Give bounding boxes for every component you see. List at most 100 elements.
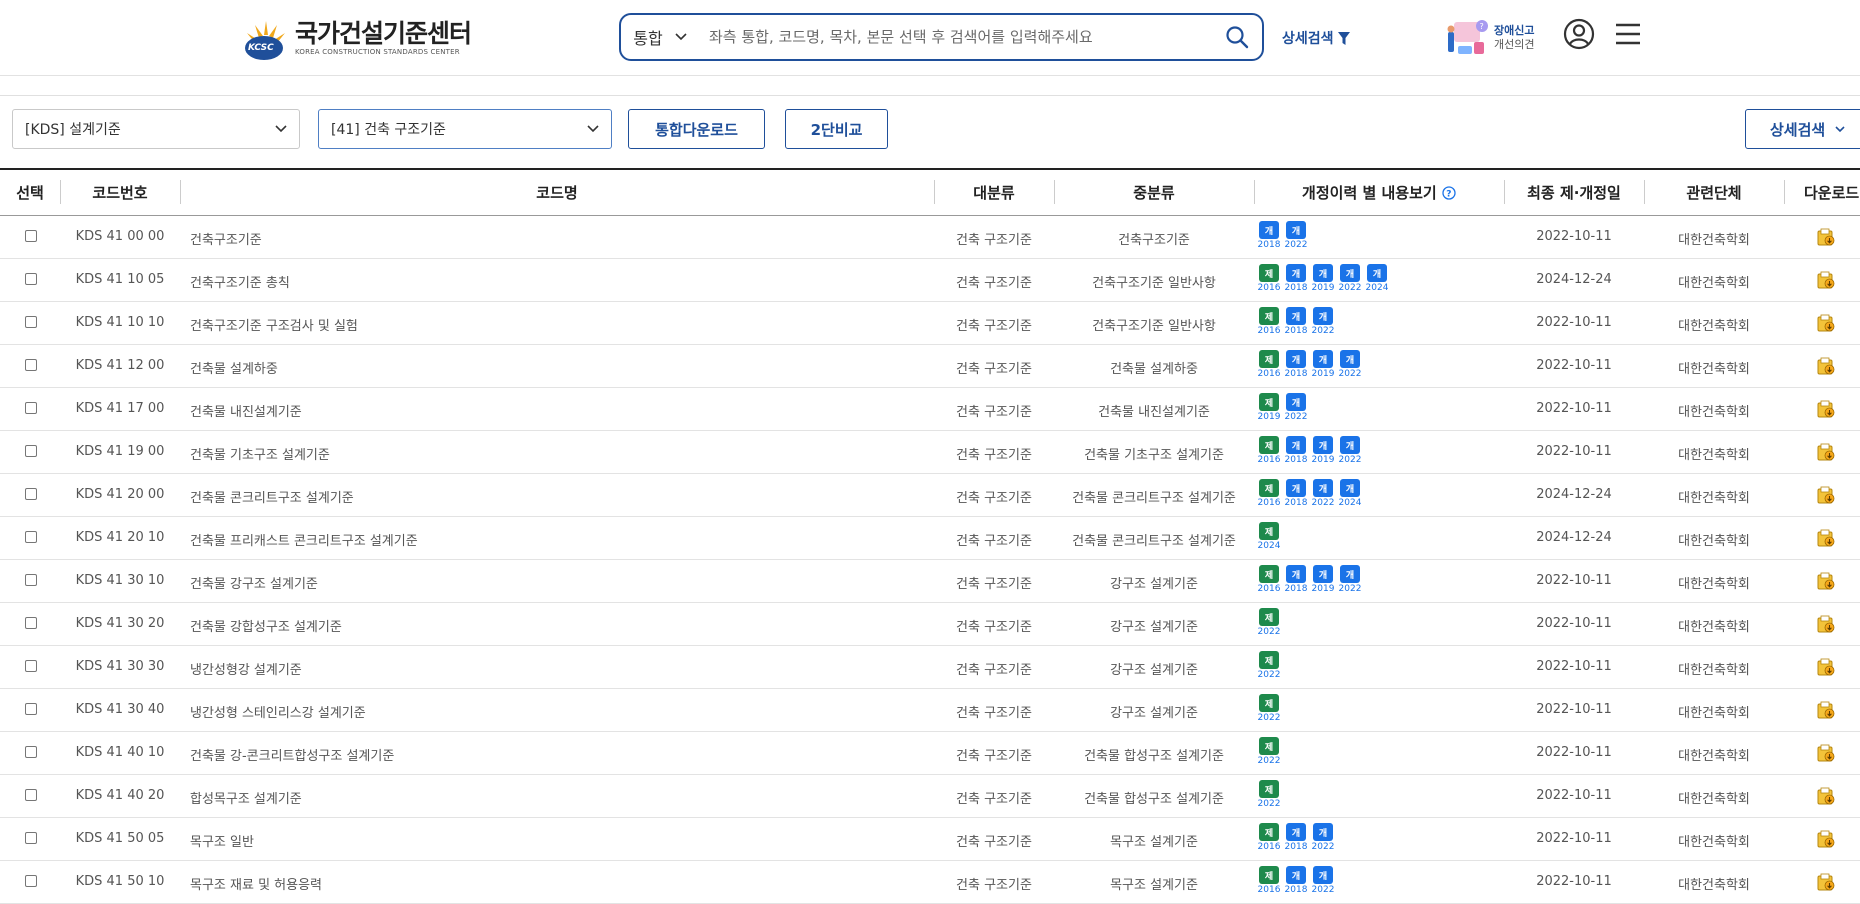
revision-badge[interactable]: 제 2019 <box>1258 393 1280 424</box>
revision-badge[interactable]: 개 2018 <box>1285 866 1307 897</box>
report-feedback-link[interactable]: ? 장애신고 개선의견 <box>1444 18 1534 58</box>
row-select-checkbox[interactable] <box>25 445 37 457</box>
revision-badge[interactable]: 개 2018 <box>1285 307 1307 338</box>
site-logo[interactable]: KCSC 국가건설기준센터 KOREA CONSTRUCTION STANDAR… <box>243 18 472 60</box>
row-select-checkbox[interactable] <box>25 316 37 328</box>
advanced-search-link[interactable]: 상세검색 <box>1282 28 1350 48</box>
code-name-link[interactable]: 건축물 강합성구조 설계기준 <box>190 616 342 635</box>
code-name-link[interactable]: 건축물 프리캐스트 콘크리트구조 설계기준 <box>190 530 418 549</box>
revision-badge[interactable]: 제 2022 <box>1258 694 1280 725</box>
revision-badge[interactable]: 개 2022 <box>1312 307 1334 338</box>
row-select-checkbox[interactable] <box>25 703 37 715</box>
row-select-checkbox[interactable] <box>25 789 37 801</box>
code-name-link[interactable]: 건축구조기준 구조검사 및 실험 <box>190 315 358 334</box>
revision-badge[interactable]: 개 2022 <box>1285 393 1307 424</box>
revision-badge[interactable]: 제 2016 <box>1258 350 1280 381</box>
row-select-checkbox[interactable] <box>25 230 37 242</box>
revision-badge[interactable]: 개 2022 <box>1339 565 1361 596</box>
download-file-icon[interactable] <box>1816 614 1836 634</box>
revision-badge[interactable]: 개 2024 <box>1339 479 1361 510</box>
revision-badge[interactable]: 개 2019 <box>1312 436 1334 467</box>
revision-badge[interactable]: 제 2022 <box>1258 608 1280 639</box>
help-circle-icon[interactable]: ? <box>1442 186 1456 200</box>
code-name-link[interactable]: 건축물 강-콘크리트합성구조 설계기준 <box>190 745 394 764</box>
download-file-icon[interactable] <box>1816 528 1836 548</box>
row-select-checkbox[interactable] <box>25 832 37 844</box>
download-file-icon[interactable] <box>1816 657 1836 677</box>
code-name-link[interactable]: 건축물 내진설계기준 <box>190 401 302 420</box>
revision-badge[interactable]: 개 2022 <box>1312 479 1334 510</box>
revision-badge[interactable]: 개 2018 <box>1285 479 1307 510</box>
revision-badge[interactable]: 개 2024 <box>1366 264 1388 295</box>
row-select-checkbox[interactable] <box>25 875 37 887</box>
code-name-link[interactable]: 목구조 재료 및 허용응력 <box>190 874 322 893</box>
hamburger-menu-icon[interactable] <box>1615 22 1641 46</box>
revision-badge[interactable]: 제 2022 <box>1258 780 1280 811</box>
revision-badge[interactable]: 개 2018 <box>1285 823 1307 854</box>
revision-badge[interactable]: 제 2016 <box>1258 436 1280 467</box>
download-file-icon[interactable] <box>1816 442 1836 462</box>
code-name-link[interactable]: 건축물 설계하중 <box>190 358 278 377</box>
search-input[interactable] <box>699 21 1212 53</box>
code-name-link[interactable]: 건축물 강구조 설계기준 <box>190 573 318 592</box>
download-file-icon[interactable] <box>1816 786 1836 806</box>
row-select-checkbox[interactable] <box>25 746 37 758</box>
search-button[interactable] <box>1212 15 1262 59</box>
revision-badge[interactable]: 제 2016 <box>1258 866 1280 897</box>
revision-badge[interactable]: 개 2022 <box>1339 436 1361 467</box>
download-file-icon[interactable] <box>1816 700 1836 720</box>
revision-badge[interactable]: 개 2019 <box>1312 350 1334 381</box>
row-select-checkbox[interactable] <box>25 574 37 586</box>
download-file-icon[interactable] <box>1816 872 1836 892</box>
revision-badge[interactable]: 개 2019 <box>1312 565 1334 596</box>
revision-badge[interactable]: 제 2016 <box>1258 479 1280 510</box>
subcategory-select[interactable]: [41] 건축 구조기준 <box>318 109 612 149</box>
advanced-search-button[interactable]: 상세검색 <box>1745 109 1860 149</box>
search-scope-select[interactable]: 통합 <box>621 15 699 59</box>
revision-badge[interactable]: 개 2022 <box>1339 350 1361 381</box>
revision-badge[interactable]: 제 2016 <box>1258 264 1280 295</box>
code-name-link[interactable]: 합성목구조 설계기준 <box>190 788 302 807</box>
download-file-icon[interactable] <box>1816 485 1836 505</box>
revision-badge[interactable]: 개 2018 <box>1285 264 1307 295</box>
code-name-link[interactable]: 건축구조기준 <box>190 229 262 248</box>
row-select-checkbox[interactable] <box>25 660 37 672</box>
download-file-icon[interactable] <box>1816 270 1836 290</box>
category-select[interactable]: [KDS] 설계기준 <box>12 109 300 149</box>
download-file-icon[interactable] <box>1816 829 1836 849</box>
revision-badge[interactable]: 개 2018 <box>1258 221 1280 252</box>
revision-badge[interactable]: 제 2016 <box>1258 823 1280 854</box>
download-file-icon[interactable] <box>1816 227 1836 247</box>
revision-badge[interactable]: 제 2016 <box>1258 307 1280 338</box>
row-select-checkbox[interactable] <box>25 617 37 629</box>
download-file-icon[interactable] <box>1816 743 1836 763</box>
revision-badge[interactable]: 제 2024 <box>1258 522 1280 553</box>
user-account-icon[interactable] <box>1563 18 1595 50</box>
revision-badge[interactable]: 개 2022 <box>1312 823 1334 854</box>
code-name-link[interactable]: 건축물 기초구조 설계기준 <box>190 444 330 463</box>
download-file-icon[interactable] <box>1816 571 1836 591</box>
code-name-link[interactable]: 건축구조기준 총칙 <box>190 272 290 291</box>
revision-badge[interactable]: 개 2018 <box>1285 565 1307 596</box>
download-all-button[interactable]: 통합다운로드 <box>628 109 765 149</box>
row-select-checkbox[interactable] <box>25 273 37 285</box>
download-file-icon[interactable] <box>1816 356 1836 376</box>
download-file-icon[interactable] <box>1816 313 1836 333</box>
code-name-link[interactable]: 냉간성형 스테인리스강 설계기준 <box>190 702 366 721</box>
revision-badge[interactable]: 개 2022 <box>1285 221 1307 252</box>
revision-badge[interactable]: 제 2022 <box>1258 651 1280 682</box>
code-name-link[interactable]: 건축물 콘크리트구조 설계기준 <box>190 487 354 506</box>
code-name-link[interactable]: 목구조 일반 <box>190 831 254 850</box>
revision-badge[interactable]: 개 2018 <box>1285 350 1307 381</box>
row-select-checkbox[interactable] <box>25 531 37 543</box>
revision-badge[interactable]: 개 2018 <box>1285 436 1307 467</box>
compare-button[interactable]: 2단비교 <box>785 109 888 149</box>
revision-badge[interactable]: 제 2022 <box>1258 737 1280 768</box>
row-select-checkbox[interactable] <box>25 359 37 371</box>
code-name-link[interactable]: 냉간성형강 설계기준 <box>190 659 302 678</box>
revision-badge[interactable]: 개 2022 <box>1312 866 1334 897</box>
download-file-icon[interactable] <box>1816 399 1836 419</box>
revision-badge[interactable]: 개 2022 <box>1339 264 1361 295</box>
row-select-checkbox[interactable] <box>25 488 37 500</box>
revision-badge[interactable]: 개 2019 <box>1312 264 1334 295</box>
